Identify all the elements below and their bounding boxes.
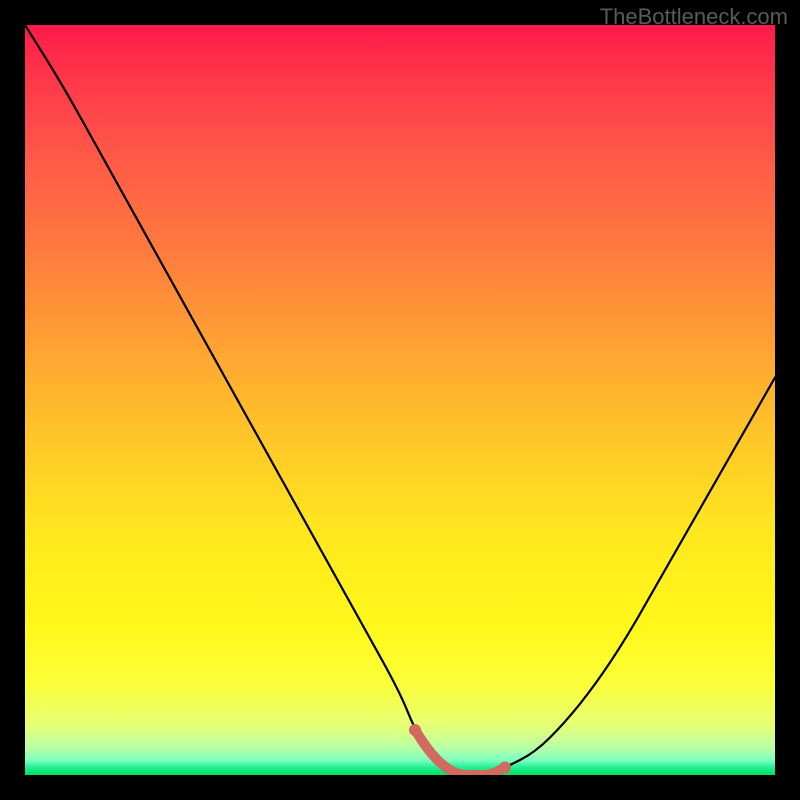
bottleneck-curve	[25, 25, 775, 775]
curve-svg	[25, 25, 775, 775]
highlight-start-dot	[409, 724, 421, 736]
highlight-end-dot	[499, 762, 511, 774]
highlight-segment	[415, 730, 505, 775]
plot-area	[25, 25, 775, 775]
watermark-text: TheBottleneck.com	[600, 4, 788, 30]
